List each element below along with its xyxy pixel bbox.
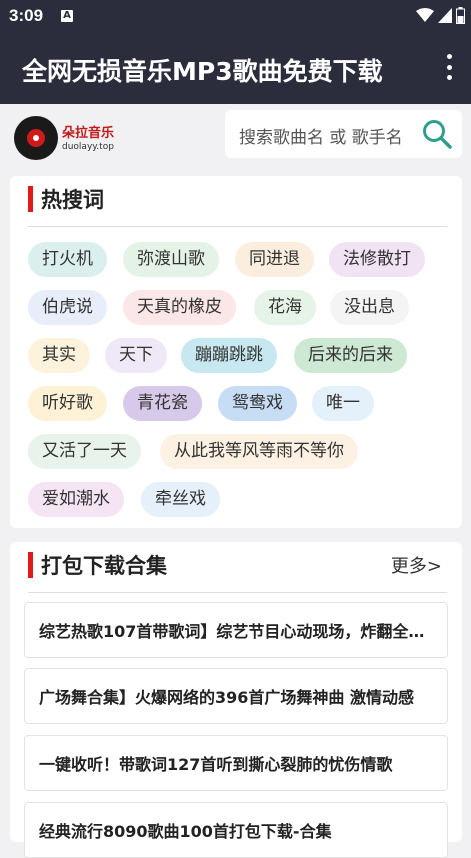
hot-tag[interactable]: 花海 — [254, 290, 316, 325]
pack-title: 打包下载合集 — [41, 554, 167, 578]
header-row: 朵拉音乐 duolayy.top 搜索歌曲名 或 歌手名 — [0, 104, 471, 174]
app-title: 全网无损音乐MP3歌曲免费下载 — [22, 57, 383, 86]
hot-tag[interactable]: 从此我等风等雨不等你 — [160, 434, 358, 469]
app-bar: 全网无损音乐MP3歌曲免费下载 — [0, 32, 471, 104]
hot-tag[interactable]: 牵丝戏 — [141, 482, 220, 517]
pack-item[interactable]: 广场舞合集】火爆网络的396首广场舞神曲 激情动感 — [24, 668, 448, 724]
hot-tag[interactable]: 鸳鸯戏 — [218, 386, 297, 421]
hot-tag[interactable]: 伯虎说 — [28, 290, 107, 325]
logo: 朵拉音乐 duolayy.top — [14, 114, 124, 162]
divider — [28, 226, 447, 227]
pack-download-card: 打包下载合集 更多> 综艺热歌107首带歌词】综艺节目心动现场，炸翻全场的热歌 … — [10, 542, 462, 858]
search-box[interactable]: 搜索歌曲名 或 歌手名 — [225, 110, 462, 158]
pack-item[interactable]: 一键收听！带歌词127首听到撕心裂肺的忧伤情歌 — [24, 735, 448, 791]
notification-icon: A — [61, 10, 73, 22]
more-vert-icon[interactable] — [445, 54, 453, 80]
wifi-icon — [416, 8, 434, 22]
hot-tag[interactable]: 又活了一天 — [28, 434, 141, 469]
hot-search-card: 热搜词 打火机 弥渡山歌 同进退 法修散打伯虎说 天真的橡皮 花海 没出息其实 天下 蹦蹦跳跳后… — [10, 176, 462, 528]
logo-name: 朵拉音乐 — [62, 126, 115, 141]
pack-item[interactable]: 经典流行8090歌曲100首打包下载-合集 — [24, 802, 448, 858]
divider — [28, 592, 447, 593]
hot-tag[interactable]: 天真的橡皮 — [123, 290, 236, 325]
hot-tag[interactable]: 唯一 — [312, 386, 374, 421]
search-placeholder: 搜索歌曲名 或 歌手名 — [239, 128, 403, 148]
vinyl-disc-icon — [14, 116, 58, 160]
section-marker — [28, 186, 33, 212]
hot-tag[interactable]: 后来的后来 — [294, 338, 407, 373]
hot-tag[interactable]: 没出息 — [330, 290, 409, 325]
hot-tag[interactable]: 爱如潮水 — [28, 482, 124, 517]
more-link[interactable]: 更多> — [391, 552, 442, 578]
hot-tag[interactable]: 其实 — [28, 338, 90, 373]
hot-tag[interactable]: 天下 — [105, 338, 167, 373]
section-marker — [28, 552, 33, 578]
hot-search-title: 热搜词 — [41, 188, 104, 212]
hot-tag[interactable]: 打火机 — [28, 242, 107, 277]
hot-tag[interactable]: 蹦蹦跳跳 — [181, 338, 277, 373]
status-time: 3:09 — [9, 6, 44, 25]
battery-icon — [456, 7, 465, 24]
signal-icon — [438, 8, 452, 23]
hot-tag[interactable]: 听好歌 — [28, 386, 107, 421]
hot-tag[interactable]: 青花瓷 — [123, 386, 202, 421]
pack-item[interactable]: 综艺热歌107首带歌词】综艺节目心动现场，炸翻全场的热歌 — [24, 602, 448, 658]
logo-url: duolayy.top — [62, 142, 114, 152]
search-icon[interactable] — [422, 119, 452, 149]
system-icons — [416, 7, 465, 24]
hot-tag[interactable]: 弥渡山歌 — [123, 242, 219, 277]
hot-tag[interactable]: 同进退 — [235, 242, 314, 277]
hot-tag[interactable]: 法修散打 — [329, 242, 425, 277]
status-bar: 3:09 A — [0, 0, 471, 32]
